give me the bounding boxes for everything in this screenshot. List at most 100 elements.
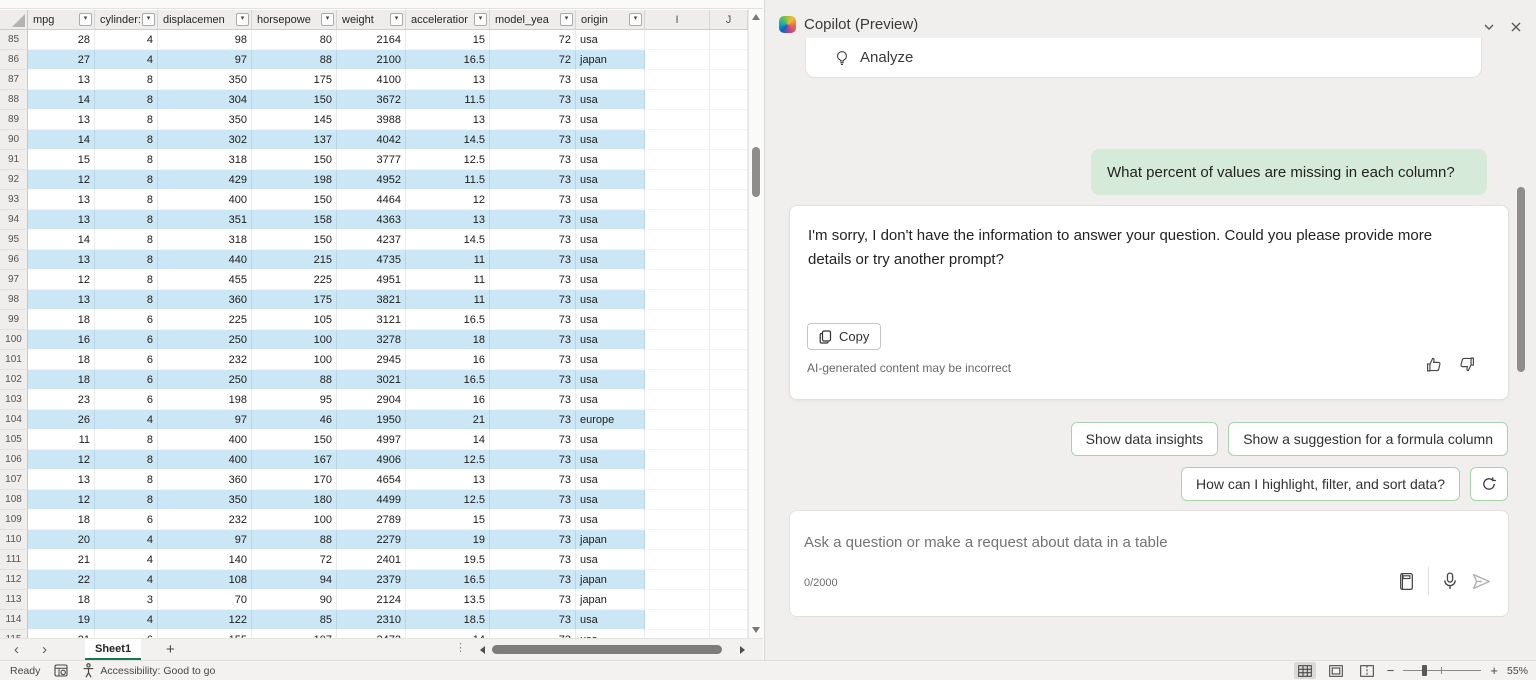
cell[interactable]: usa	[576, 270, 645, 290]
cell[interactable]: 88	[252, 50, 337, 70]
cell[interactable]: 4100	[337, 70, 406, 90]
row-number[interactable]: 107	[0, 470, 28, 490]
row-number[interactable]: 91	[0, 150, 28, 170]
cell[interactable]	[645, 370, 710, 390]
cell[interactable]: 13	[406, 210, 490, 230]
cell[interactable]: 8	[95, 210, 158, 230]
cell[interactable]: usa	[576, 150, 645, 170]
cell[interactable]: 11	[406, 290, 490, 310]
row-number[interactable]: 106	[0, 450, 28, 470]
cell[interactable]	[645, 530, 710, 550]
cell[interactable]: 3278	[337, 330, 406, 350]
filter-dropdown-icon[interactable]: ▾	[560, 13, 573, 26]
cell[interactable]: 73	[490, 250, 576, 270]
cell[interactable]: 2904	[337, 390, 406, 410]
cell[interactable]: 350	[158, 70, 252, 90]
cell[interactable]: usa	[576, 110, 645, 130]
row-number[interactable]: 103	[0, 390, 28, 410]
cell[interactable]	[645, 30, 710, 50]
dictate-button[interactable]	[1442, 572, 1458, 591]
cell[interactable]: 8	[95, 290, 158, 310]
cell[interactable]: 18	[28, 590, 95, 610]
cell[interactable]	[710, 310, 748, 330]
cell[interactable]	[645, 470, 710, 490]
column-letter-I[interactable]: I	[645, 10, 710, 29]
cell[interactable]: 27	[28, 50, 95, 70]
column-header-modelyea[interactable]: model_yea▾	[490, 10, 576, 29]
cell[interactable]: 88	[252, 530, 337, 550]
cell[interactable]: 100	[252, 510, 337, 530]
cell[interactable]: usa	[576, 170, 645, 190]
cell[interactable]: usa	[576, 190, 645, 210]
cell[interactable]: usa	[576, 90, 645, 110]
cell[interactable]: 4	[95, 50, 158, 70]
cell[interactable]: 4	[95, 610, 158, 630]
cell[interactable]	[645, 150, 710, 170]
cell[interactable]	[710, 610, 748, 630]
cell[interactable]: 18	[406, 330, 490, 350]
filter-dropdown-icon[interactable]: ▾	[142, 13, 155, 26]
cell[interactable]: 6	[95, 630, 158, 638]
cell[interactable]: 16	[406, 350, 490, 370]
column-header-origin[interactable]: origin▾	[576, 10, 645, 29]
cell[interactable]: 80	[252, 30, 337, 50]
cell[interactable]: 3672	[337, 90, 406, 110]
cell[interactable]: 73	[490, 150, 576, 170]
cell[interactable]: 18.5	[406, 610, 490, 630]
row-number[interactable]: 85	[0, 30, 28, 50]
cell[interactable]: 12	[28, 170, 95, 190]
row-number[interactable]: 113	[0, 590, 28, 610]
cell[interactable]: 440	[158, 250, 252, 270]
cell[interactable]: 2279	[337, 530, 406, 550]
cell[interactable]: 3821	[337, 290, 406, 310]
cell[interactable]: 73	[490, 470, 576, 490]
cell[interactable]	[710, 510, 748, 530]
cell[interactable]: 15	[406, 30, 490, 50]
cell[interactable]	[710, 290, 748, 310]
cell[interactable]: 73	[490, 70, 576, 90]
cell[interactable]	[645, 210, 710, 230]
cell[interactable]: 73	[490, 290, 576, 310]
row-number[interactable]: 98	[0, 290, 28, 310]
cell[interactable]: 13	[28, 110, 95, 130]
cell[interactable]: usa	[576, 510, 645, 530]
cell[interactable]: 11	[406, 270, 490, 290]
row-number[interactable]: 109	[0, 510, 28, 530]
zoom-slider[interactable]	[1403, 664, 1481, 677]
cell[interactable]: 73	[490, 510, 576, 530]
cell[interactable]: 28	[28, 30, 95, 50]
cell[interactable]	[710, 50, 748, 70]
row-number[interactable]: 115	[0, 630, 28, 638]
row-number[interactable]: 112	[0, 570, 28, 590]
cell[interactable]: 2472	[337, 630, 406, 638]
cell[interactable]: 250	[158, 370, 252, 390]
cell[interactable]: 4	[95, 570, 158, 590]
next-sheet-button[interactable]: ›	[42, 640, 47, 660]
cell[interactable]	[645, 70, 710, 90]
cell[interactable]: japan	[576, 590, 645, 610]
cell[interactable]: 18	[28, 370, 95, 390]
cell[interactable]: 14	[406, 630, 490, 638]
cell[interactable]: usa	[576, 70, 645, 90]
cell[interactable]	[710, 550, 748, 570]
row-number[interactable]: 105	[0, 430, 28, 450]
scrollbar-splitter-icon[interactable]: ⋮	[455, 641, 466, 654]
cell[interactable]: 2379	[337, 570, 406, 590]
row-number[interactable]: 88	[0, 90, 28, 110]
row-number[interactable]: 95	[0, 230, 28, 250]
cell[interactable]: 15	[406, 510, 490, 530]
cell[interactable]: 12	[28, 490, 95, 510]
cell[interactable]: 8	[95, 230, 158, 250]
cell[interactable]	[710, 210, 748, 230]
row-number[interactable]: 100	[0, 330, 28, 350]
cell[interactable]: 137	[252, 130, 337, 150]
cell[interactable]: usa	[576, 550, 645, 570]
cell[interactable]: 97	[158, 50, 252, 70]
row-number[interactable]: 102	[0, 370, 28, 390]
cell[interactable]: usa	[576, 330, 645, 350]
cell[interactable]	[645, 230, 710, 250]
chip-highlight-filter-sort[interactable]: How can I highlight, filter, and sort da…	[1181, 467, 1460, 501]
cell[interactable]: 350	[158, 490, 252, 510]
cell[interactable]: usa	[576, 450, 645, 470]
cell[interactable]: usa	[576, 350, 645, 370]
